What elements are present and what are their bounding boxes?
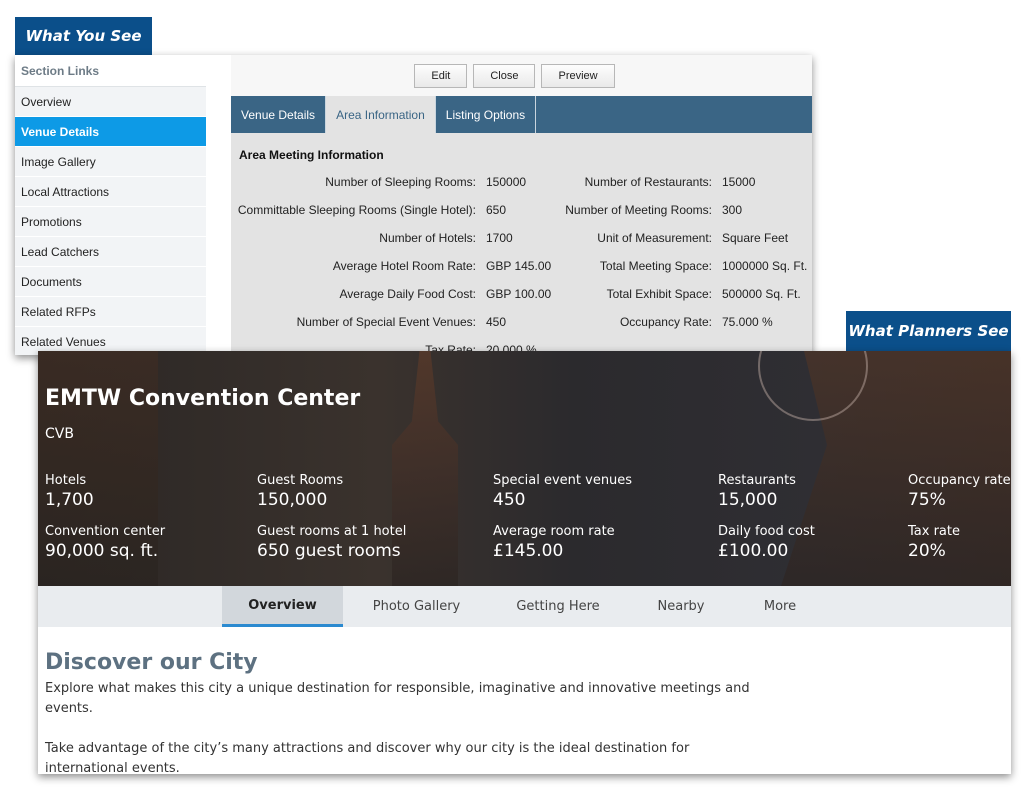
- field-value: GBP 100.00: [486, 287, 552, 301]
- info-row: Average Daily Food Cost: GBP 100.00 Tota…: [231, 287, 812, 303]
- sidebar-item-image-gallery[interactable]: Image Gallery: [15, 147, 206, 177]
- stat-label: Special event venues: [493, 473, 633, 488]
- sidebar-title: Section Links: [15, 55, 206, 87]
- stat-label: Tax rate: [908, 524, 960, 539]
- stat-value: 650 guest rooms: [257, 541, 401, 561]
- info-row: Number of Sleeping Rooms: 150000 Number …: [231, 175, 812, 191]
- stat-value: 90,000 sq. ft.: [45, 541, 159, 561]
- stat-label: Guest rooms at 1 hotel: [257, 524, 407, 539]
- stat-value: 450: [493, 490, 526, 510]
- field-label: Occupancy Rate:: [619, 315, 712, 329]
- field-value: 15000: [722, 175, 756, 189]
- section-heading: Discover our City: [45, 650, 258, 675]
- stat-label: Hotels: [45, 473, 87, 488]
- attractions-paragraph: Take advantage of the city’s many attrac…: [45, 741, 690, 774]
- stat-label: Guest Rooms: [257, 473, 344, 488]
- field-value: 1000000 Sq. Ft.: [722, 259, 808, 273]
- field-value: 1700: [486, 231, 513, 245]
- tab-listing-options[interactable]: Listing Options: [436, 96, 537, 133]
- nav-overview[interactable]: Overview: [222, 586, 343, 627]
- field-value: 75.000 %: [722, 315, 773, 329]
- sidebar-item-lead-catchers[interactable]: Lead Catchers: [15, 237, 206, 267]
- what-planners-see-label: What Planners See: [846, 311, 1011, 351]
- stat-label: Average room rate: [493, 524, 615, 539]
- section-links-sidebar: Section Links Overview Venue Details Ima…: [15, 55, 206, 355]
- stat-special-event-venues: Special event venues 450: [493, 473, 632, 510]
- stat-value: £100.00: [718, 541, 789, 561]
- stat-average-room-rate: Average room rate £145.00: [493, 524, 615, 561]
- stat-value: 15,000: [718, 490, 778, 510]
- field-label: Committable Sleeping Rooms (Single Hotel…: [237, 203, 476, 217]
- info-row: Average Hotel Room Rate: GBP 145.00 Tota…: [231, 259, 812, 275]
- info-row: Committable Sleeping Rooms (Single Hotel…: [231, 203, 812, 219]
- planner-page: EMTW Convention Center CVB Hotels 1,700 …: [38, 351, 1011, 774]
- info-row: Number of Hotels: 1700 Unit of Measureme…: [231, 231, 812, 247]
- overview-content: Discover our City Explore what makes thi…: [45, 627, 1005, 774]
- field-label: Total Meeting Space:: [599, 259, 712, 273]
- sidebar-item-overview[interactable]: Overview: [15, 87, 206, 117]
- sidebar-item-local-attractions[interactable]: Local Attractions: [15, 177, 206, 207]
- field-label: Number of Special Event Venues:: [296, 315, 476, 329]
- stat-value: 150,000: [257, 490, 328, 510]
- stat-daily-food-cost: Daily food cost £100.00: [718, 524, 815, 561]
- field-label: Number of Sleeping Rooms:: [325, 175, 476, 189]
- nav-photo-gallery[interactable]: Photo Gallery: [359, 586, 474, 627]
- admin-main-panel: Edit Close Preview Venue Details Area In…: [231, 55, 812, 355]
- hero-banner: EMTW Convention Center CVB Hotels 1,700 …: [38, 351, 1011, 586]
- stat-convention-center: Convention center 90,000 sq. ft.: [45, 524, 165, 561]
- area-information-panel: Area Meeting Information Number of Sleep…: [231, 133, 812, 355]
- admin-window: Section Links Overview Venue Details Ima…: [15, 55, 812, 355]
- field-value: 300: [722, 203, 743, 217]
- nav-more[interactable]: More: [750, 586, 810, 627]
- field-label: Number of Hotels:: [379, 231, 476, 245]
- tab-bar: Venue Details Area Information Listing O…: [231, 96, 812, 133]
- field-value: 500000 Sq. Ft.: [722, 287, 801, 301]
- stat-label: Occupancy rate: [908, 473, 1011, 488]
- stat-occupancy-rate: Occupancy rate 75%: [908, 473, 1011, 510]
- sidebar-item-venue-details[interactable]: Venue Details: [15, 117, 206, 147]
- tab-venue-details[interactable]: Venue Details: [231, 96, 327, 133]
- sidebar-item-related-rfps[interactable]: Related RFPs: [15, 297, 206, 327]
- field-label: Number of Restaurants:: [584, 175, 712, 189]
- stat-value: 20%: [908, 541, 946, 561]
- field-value: 150000: [486, 175, 527, 189]
- tab-area-information[interactable]: Area Information: [326, 96, 436, 133]
- field-value: 450: [486, 315, 507, 329]
- stat-restaurants: Restaurants 15,000: [718, 473, 796, 510]
- field-label: Total Exhibit Space:: [606, 287, 712, 301]
- sidebar-item-promotions[interactable]: Promotions: [15, 207, 206, 237]
- stat-guest-rooms: Guest Rooms 150,000: [257, 473, 343, 510]
- sidebar-item-documents[interactable]: Documents: [15, 267, 206, 297]
- stat-hotels: Hotels 1,700: [45, 473, 94, 510]
- stat-tax-rate: Tax rate 20%: [908, 524, 960, 561]
- field-label: Unit of Measurement:: [597, 231, 712, 245]
- intro-paragraph: Explore what makes this city a unique de…: [45, 681, 750, 716]
- stat-guest-rooms-single-hotel: Guest rooms at 1 hotel 650 guest rooms: [257, 524, 406, 561]
- nav-nearby[interactable]: Nearby: [644, 586, 718, 627]
- field-value: Square Feet: [722, 231, 789, 245]
- what-you-see-label: What You See: [15, 17, 152, 55]
- nav-getting-here[interactable]: Getting Here: [504, 586, 612, 627]
- stat-label: Daily food cost: [718, 524, 815, 539]
- field-value: GBP 145.00: [486, 259, 552, 273]
- info-row: Number of Special Event Venues: 450 Occu…: [231, 315, 812, 331]
- close-button[interactable]: Close: [473, 63, 536, 88]
- field-label: Average Hotel Room Rate:: [332, 259, 476, 273]
- section-title: Area Meeting Information: [239, 148, 384, 162]
- field-label: Number of Meeting Rooms:: [565, 203, 712, 217]
- planner-nav: Overview Photo Gallery Getting Here Near…: [38, 586, 1011, 627]
- stat-value: 75%: [908, 490, 946, 510]
- field-label: Average Daily Food Cost:: [339, 287, 476, 301]
- preview-button[interactable]: Preview: [541, 63, 615, 88]
- field-value: 650: [486, 203, 507, 217]
- stat-value: 1,700: [45, 490, 94, 510]
- toolbar: Edit Close Preview: [231, 55, 812, 96]
- stat-label: Restaurants: [718, 473, 796, 488]
- stat-label: Convention center: [45, 524, 166, 539]
- venue-subtitle: CVB: [45, 426, 74, 442]
- venue-title: EMTW Convention Center: [45, 386, 361, 411]
- stat-value: £145.00: [493, 541, 564, 561]
- edit-button[interactable]: Edit: [414, 63, 468, 88]
